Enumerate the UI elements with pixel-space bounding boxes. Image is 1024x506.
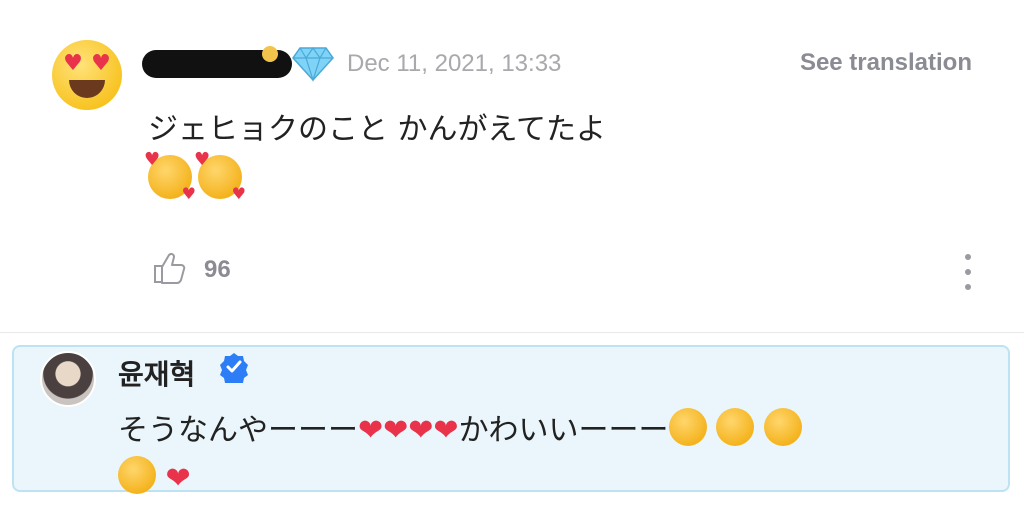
reply-text: そうなんやーーー❤❤❤❤かわいいーーー ❤ xyxy=(118,407,998,503)
heart-eye-icon: ♥ xyxy=(63,51,83,76)
red-heart-icon: ❤ xyxy=(433,413,459,448)
red-heart-icon: ❤ xyxy=(165,461,191,496)
smile-icon xyxy=(69,80,105,98)
like-count: 96 xyxy=(204,256,231,283)
red-heart-icon: ❤ xyxy=(383,413,409,448)
fan-comment: ♥ ♥ Dec 11, 2021, 13:33 See translation … xyxy=(0,0,1024,332)
reply-text-part1: そうなんやーーー xyxy=(118,413,358,448)
artist-name[interactable]: 윤재혁 xyxy=(118,353,195,393)
reply-text-part2: かわいいーーー xyxy=(458,413,669,448)
diamond-icon xyxy=(292,46,334,82)
comment-text: ジェヒョクのこと かんがえてたよ xyxy=(148,112,607,147)
medal-icon xyxy=(262,46,278,62)
smiling-face-with-hearts-icon xyxy=(763,408,802,446)
artist-reply: 윤재혁 そうなんやーーー❤❤❤❤かわいいーーー ❤ xyxy=(12,345,1010,496)
smiling-face-with-hearts-icon xyxy=(118,456,156,494)
smiling-face-with-hearts-icon xyxy=(194,149,246,203)
comment-timestamp: Dec 11, 2021, 13:33 xyxy=(347,50,562,77)
heart-eye-icon: ♥ xyxy=(91,51,111,76)
comment-emoji-row xyxy=(144,149,246,203)
smiling-face-with-hearts-icon xyxy=(668,408,707,446)
commenter-avatar[interactable]: ♥ ♥ xyxy=(52,40,122,110)
dot xyxy=(965,284,971,290)
more-options-icon[interactable] xyxy=(962,254,974,290)
divider xyxy=(0,332,1024,333)
see-translation-link[interactable]: See translation xyxy=(800,49,972,77)
dot xyxy=(965,254,971,260)
smiling-face-with-hearts-icon xyxy=(144,149,196,203)
artist-avatar[interactable] xyxy=(40,351,96,407)
red-heart-icon: ❤ xyxy=(358,413,384,448)
smiling-face-with-hearts-icon xyxy=(716,408,755,446)
red-heart-icon: ❤ xyxy=(408,413,434,448)
thumbs-up-icon[interactable] xyxy=(152,250,188,286)
dot xyxy=(965,269,971,275)
verified-badge-icon xyxy=(220,353,248,383)
